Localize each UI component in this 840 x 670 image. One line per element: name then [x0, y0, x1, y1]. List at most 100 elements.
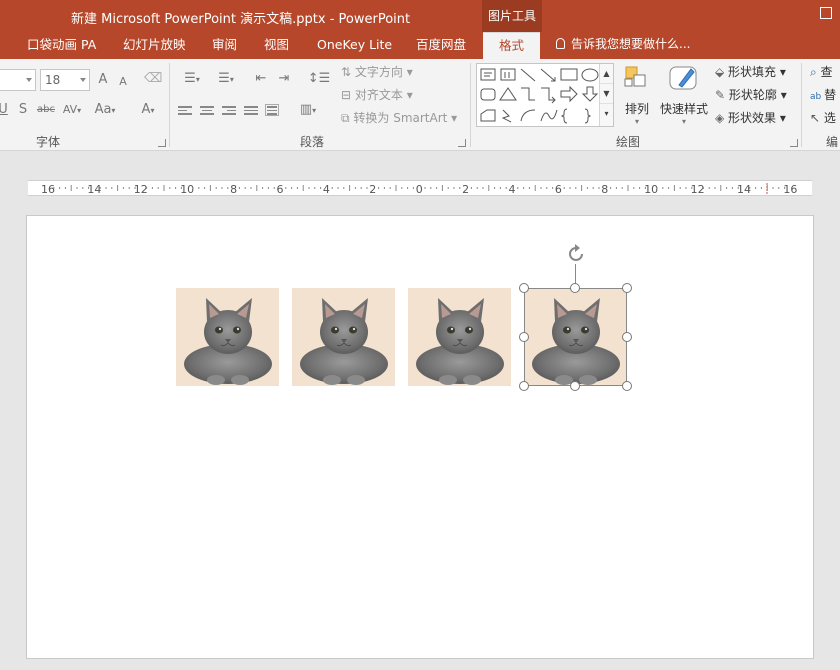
align-text-button[interactable]: ⊟ 对齐文本 ▾: [341, 86, 413, 104]
columns-button[interactable]: ▥▾: [295, 100, 321, 121]
numbering-button[interactable]: ☰▾: [211, 69, 241, 90]
tab-view[interactable]: 视图: [264, 32, 289, 59]
resize-handle-bottom[interactable]: [570, 381, 580, 391]
resize-handle-right[interactable]: [622, 332, 632, 342]
resize-handle-top-left[interactable]: [519, 283, 529, 293]
ribbon: 18 A A ⌫ U S abc AV▾ Aa▾ A▾ 字体 ☰▾ ☰▾ ⇤ ⇥…: [0, 59, 840, 151]
shape-effects-button[interactable]: ◈ 形状效果 ▾: [715, 109, 786, 127]
rotate-handle-icon[interactable]: [565, 243, 587, 265]
gallery-more-icon[interactable]: ▾: [600, 104, 613, 124]
ruler-label: 10: [180, 183, 194, 196]
resize-handle-top[interactable]: [570, 283, 580, 293]
tab-review[interactable]: 审阅: [212, 32, 237, 59]
bullets-button[interactable]: ☰▾: [177, 69, 207, 90]
shapes-gallery[interactable]: ▲ ▼ ▾: [476, 63, 614, 127]
find-label: 查: [820, 65, 833, 79]
gallery-scrollbar[interactable]: ▲ ▼ ▾: [599, 64, 613, 126]
quick-styles-label: 快速样式: [659, 102, 708, 116]
ruler-ticks: 16 14 12 10 8 6 4 2 0 2 4 6 8 10 12 14 16: [41, 183, 797, 196]
ribbon-display-options-icon[interactable]: [820, 7, 832, 19]
align-center-icon[interactable]: [200, 106, 214, 118]
horizontal-ruler[interactable]: 16 14 12 10 8 6 4 2 0 2 4 6 8 10 12 14 16: [28, 180, 812, 196]
cat-image-3[interactable]: [408, 288, 511, 386]
arrange-button[interactable]: 排列 ▾: [620, 63, 654, 126]
decrease-indent-button[interactable]: ⇤: [252, 69, 270, 89]
find-button[interactable]: ⌕ 查: [810, 63, 833, 81]
tab-pocket-animation[interactable]: 口袋动画 PA: [27, 32, 96, 59]
text-shadow-icon: S: [18, 102, 28, 117]
drawing-dialog-launcher[interactable]: [790, 139, 798, 147]
font-size-dropdown[interactable]: 18: [40, 69, 90, 91]
shapes-icons: [480, 68, 599, 124]
text-direction-label: 文字方向: [354, 65, 403, 79]
decrease-indent-icon: ⇤: [255, 71, 267, 86]
align-text-icon: ⊟: [341, 88, 355, 102]
select-label: 选: [823, 111, 836, 125]
resize-handle-bottom-right[interactable]: [622, 381, 632, 391]
ruler-label: 6: [277, 183, 284, 196]
align-text-label: 对齐文本: [354, 88, 403, 102]
clear-formatting-button[interactable]: ⌫: [144, 69, 162, 89]
gallery-scroll-down-icon[interactable]: ▼: [600, 84, 613, 104]
ruler-label: 4: [509, 183, 516, 196]
shape-outline-button[interactable]: ✎ 形状轮廓 ▾: [715, 86, 787, 104]
replace-button[interactable]: ab 替: [810, 86, 836, 106]
strikethrough-button[interactable]: abc: [36, 100, 56, 120]
gallery-scroll-up-icon[interactable]: ▲: [600, 64, 613, 84]
cat-photo: [416, 298, 504, 385]
ruler-label: 10: [644, 183, 658, 196]
align-right-icon[interactable]: [222, 106, 236, 118]
convert-smartart-label: 转换为 SmartArt: [353, 111, 448, 125]
strikethrough-icon: abc: [37, 104, 55, 115]
justify-icon[interactable]: [244, 106, 258, 118]
increase-indent-icon: ⇥: [278, 71, 290, 86]
shrink-font-button[interactable]: A: [116, 72, 130, 92]
align-left-icon[interactable]: [178, 106, 192, 118]
shape-fill-button[interactable]: ⬙ 形状填充 ▾: [715, 63, 786, 81]
ruler-label: 2: [369, 183, 376, 196]
font-name-dropdown[interactable]: [0, 69, 36, 91]
line-spacing-button[interactable]: ↕☰: [306, 69, 332, 89]
underline-button[interactable]: U: [0, 100, 8, 120]
slide-canvas[interactable]: [26, 215, 814, 659]
resize-handle-left[interactable]: [519, 332, 529, 342]
ruler-label: 12: [134, 183, 148, 196]
paint-bucket-icon: ⬙: [715, 65, 729, 79]
text-direction-icon: ⇅: [341, 65, 355, 79]
pen-icon: ✎: [715, 88, 729, 102]
font-dialog-launcher[interactable]: [158, 139, 166, 147]
font-color-button[interactable]: A▾: [136, 100, 160, 121]
lightbulb-icon: [556, 38, 565, 49]
resize-handle-top-right[interactable]: [622, 283, 632, 293]
increase-indent-button[interactable]: ⇥: [275, 69, 293, 89]
shrink-font-icon: A: [119, 75, 127, 88]
tab-baidu-netdisk[interactable]: 百度网盘: [416, 32, 466, 59]
tab-onekey-lite[interactable]: OneKey Lite: [317, 32, 392, 59]
tab-format[interactable]: 格式: [483, 32, 541, 59]
tell-me-search[interactable]: 告诉我您想要做什么...: [556, 32, 690, 59]
ruler-label: 16: [41, 183, 55, 196]
cat-image-2[interactable]: [292, 288, 395, 386]
resize-handle-bottom-left[interactable]: [519, 381, 529, 391]
text-shadow-button[interactable]: S: [18, 100, 28, 120]
convert-smartart-button[interactable]: ⧉ 转换为 SmartArt ▾: [341, 109, 457, 127]
change-case-button[interactable]: Aa▾: [91, 100, 119, 121]
grow-font-button[interactable]: A: [95, 70, 111, 90]
character-spacing-button[interactable]: AV▾: [60, 100, 84, 121]
text-direction-button[interactable]: ⇅ 文字方向 ▾: [341, 63, 413, 81]
title-bar: 新建 Microsoft PowerPoint 演示文稿.pptx - Powe…: [0, 0, 840, 32]
quick-styles-button[interactable]: 快速样式 ▾: [658, 63, 710, 126]
shape-fill-label: 形状填充: [728, 65, 777, 79]
window-title: 新建 Microsoft PowerPoint 演示文稿.pptx - Powe…: [71, 12, 411, 27]
ruler-label: 2: [462, 183, 469, 196]
distributed-icon[interactable]: [265, 104, 279, 116]
drawing-group-label: 绘图: [616, 135, 641, 149]
ruler-label: 8: [230, 183, 237, 196]
cat-image-1[interactable]: [176, 288, 279, 386]
editing-group-label: 编: [826, 135, 839, 149]
select-button[interactable]: ↖ 选: [810, 109, 836, 127]
tab-slide-show[interactable]: 幻灯片放映: [123, 32, 186, 59]
font-size-value: 18: [45, 73, 61, 87]
ruler-label: 16: [783, 183, 797, 196]
paragraph-dialog-launcher[interactable]: [458, 139, 466, 147]
